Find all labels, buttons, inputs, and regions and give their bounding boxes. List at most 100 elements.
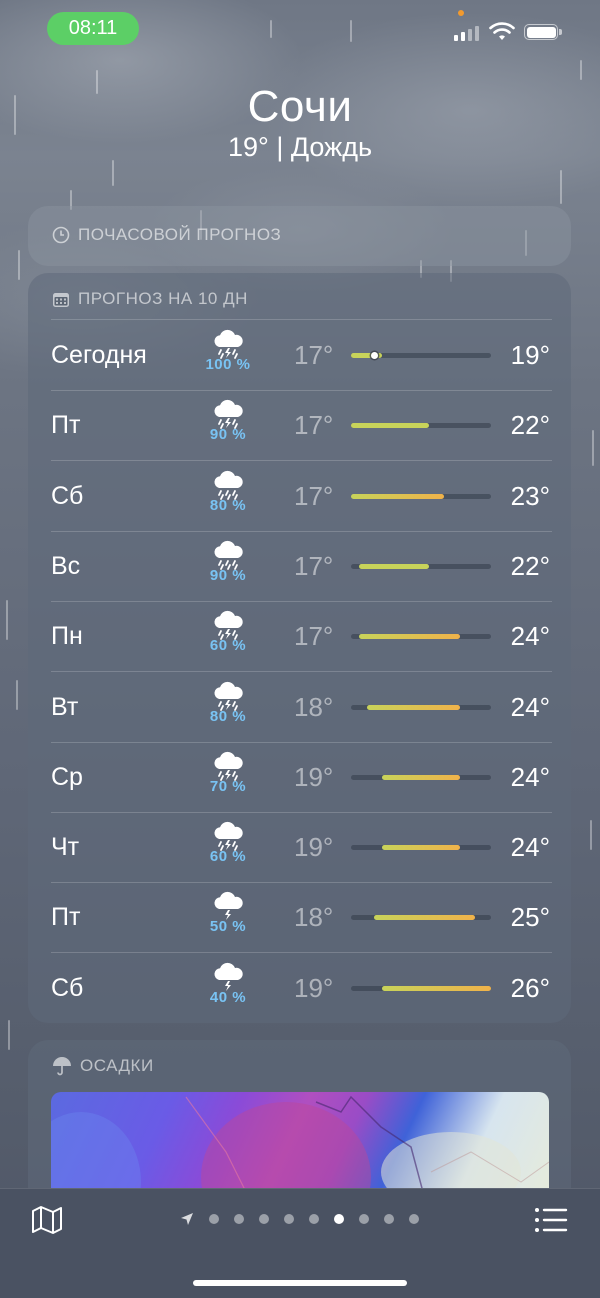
precipitation-title: ОСАДКИ [80,1056,154,1075]
forecast-condition: 50 % [198,889,258,949]
page-dot[interactable] [359,1214,369,1224]
cloud-rain-icon [198,468,258,500]
low-temp: 17° [294,340,334,370]
forecast-day: Пн [51,622,83,651]
high-temp: 24° [510,761,550,792]
temp-range-bar [382,985,491,991]
forecast-row[interactable]: Вт 80 % 18° 24° [28,672,571,743]
page-dot[interactable] [259,1214,269,1224]
precip-chance: 100 % [205,356,251,373]
ten-day-forecast-card[interactable]: ПРОГНОЗ НА 10 ДН Сегодня 100 % 17° 19° Пт 90 … [28,273,571,1023]
low-temp: 19° [294,972,334,1003]
high-temp: 22° [510,550,550,581]
high-temp: 24° [510,621,550,652]
forecast-condition: 60 % [198,819,258,879]
page-dot[interactable] [409,1214,419,1224]
low-temp: 19° [294,761,334,792]
forecast-day: Вт [51,692,79,721]
temp-range-bar [358,563,429,569]
cloud-lightning-rain-icon [198,608,258,641]
map-icon[interactable] [30,1203,64,1237]
forecast-condition: 70 % [198,749,258,809]
page-dot[interactable] [284,1214,294,1224]
location-pager[interactable] [180,1212,419,1226]
temp-range-bar [374,915,476,921]
temp-range-track [351,634,491,640]
cloud-lightning-rain-icon [198,679,258,711]
forecast-day: Пт [51,903,81,932]
forecast-condition: 80 % [198,679,258,739]
forecast-row[interactable]: Пт 90 % 17° 22° [28,390,571,462]
precip-chance: 70 % [209,777,247,795]
high-temp: 26° [510,972,550,1003]
high-temp: 19° [510,340,550,370]
forecast-day: Чт [51,833,80,862]
cloud-lightning-rain-icon [198,819,258,851]
forecast-row[interactable]: Сб 40 % 19° 26° [28,953,571,1023]
page-dot[interactable] [334,1214,344,1224]
low-temp: 17° [294,550,334,581]
page-dot[interactable] [234,1214,244,1224]
forecast-row[interactable]: Сегодня 100 % 17° 19° [28,320,571,391]
forecast-condition: 100 % [198,327,258,387]
privacy-indicator-dot [458,10,464,16]
forecast-condition: 40 % [198,960,258,1020]
forecast-row[interactable]: Сб 80 % 17° 23° [28,461,571,532]
temp-range-bar [366,704,460,710]
low-temp: 17° [294,410,334,441]
battery-icon [524,24,562,40]
status-time[interactable]: 08:11 [47,12,139,45]
precip-chance: 60 % [209,848,247,866]
precip-chance: 80 % [209,496,247,514]
page-dot[interactable] [309,1214,319,1224]
temp-range-bar [351,423,429,429]
page-dot[interactable] [384,1214,394,1224]
forecast-row[interactable]: Чт 60 % 19° 24° [28,812,571,884]
low-temp: 17° [294,480,334,511]
temp-range-bar [382,774,460,780]
forecast-day: Ср [51,762,83,791]
temp-range-bar [351,493,445,499]
high-temp: 25° [510,902,550,933]
forecast-row[interactable]: Пн 60 % 17° 24° [28,601,571,673]
list-icon[interactable] [534,1205,568,1235]
city-name: Сочи [247,82,353,131]
hourly-forecast-card[interactable]: ПОЧАСОВОЙ ПРОГНОЗ [28,206,571,266]
low-temp: 18° [294,902,334,933]
temp-range-track [351,704,491,710]
page-dot[interactable] [209,1214,219,1224]
location-arrow-icon[interactable] [180,1212,194,1226]
high-temp: 22° [510,410,550,441]
low-temp: 18° [294,691,334,722]
temp-range-bar [358,634,460,640]
forecast-row[interactable]: Ср 70 % 19° 24° [28,742,571,813]
status-bar: 08:11 [0,10,600,48]
high-temp: 24° [510,832,550,863]
temp-range-track [351,985,491,991]
precip-chance: 90 % [209,426,247,444]
forecast-row[interactable]: Вс 90 % 17° 22° [28,531,571,602]
cellular-signal-icon [454,26,479,41]
hourly-forecast-header: ПОЧАСОВОЙ ПРОГНОЗ [52,225,281,245]
temp-range-bar [382,845,460,851]
clock-icon [52,226,70,244]
forecast-day: Пт [51,411,81,440]
cloud-rain-icon [198,538,258,570]
temp-range-track [351,352,491,359]
forecast-condition: 60 % [198,608,258,668]
precip-chance: 60 % [209,637,247,655]
forecast-row[interactable]: Пт 50 % 18° 25° [28,882,571,954]
precipitation-header: ОСАДКИ [52,1056,154,1076]
bottom-toolbar [0,1188,600,1298]
low-temp: 17° [294,621,334,652]
calendar-icon [53,292,69,307]
forecast-day: Вс [51,551,81,580]
forecast-condition: 80 % [198,468,258,528]
ten-day-forecast-header: ПРОГНОЗ НА 10 ДН [52,289,248,309]
home-indicator[interactable] [193,1280,407,1286]
precip-chance: 90 % [209,566,247,584]
cloud-lightning-icon [198,889,258,921]
ten-day-forecast-title: ПРОГНОЗ НА 10 ДН [78,289,248,308]
precip-chance: 50 % [209,918,247,936]
temp-range-track [351,563,491,569]
